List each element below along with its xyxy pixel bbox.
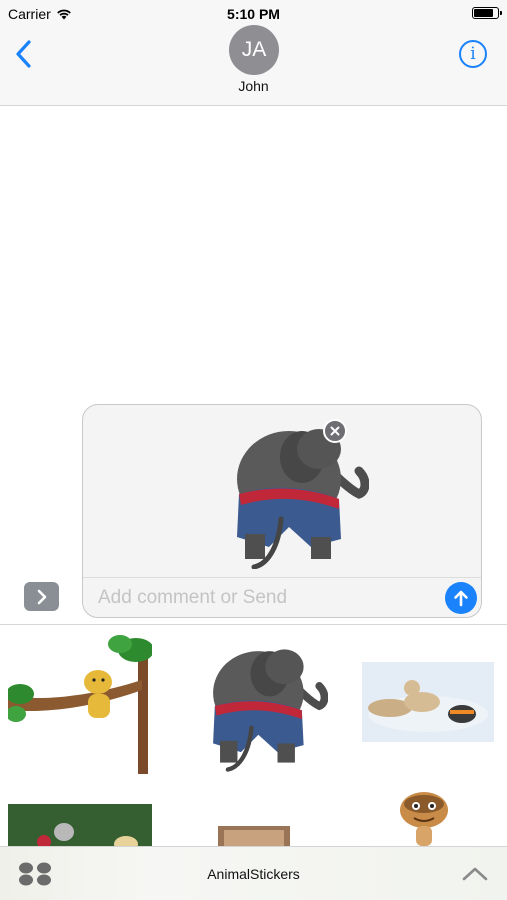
- attached-sticker-elephant: [199, 419, 370, 570]
- sticker-meerkat[interactable]: [394, 788, 454, 846]
- show-apps-button[interactable]: [24, 582, 59, 611]
- partial-sticker-image: [218, 826, 290, 846]
- info-icon: i: [470, 44, 476, 64]
- elephant-sticker-image: [213, 649, 328, 772]
- sticker-drawer-divider: [0, 624, 507, 625]
- info-button[interactable]: i: [459, 40, 487, 68]
- contact-avatar[interactable]: JA: [229, 25, 279, 75]
- expand-drawer-button[interactable]: [461, 864, 489, 884]
- sticker-cat-on-branch[interactable]: [8, 632, 152, 774]
- app-drawer-bar: AnimalStickers: [0, 846, 507, 900]
- battery-icon: [472, 7, 502, 19]
- send-button[interactable]: [445, 582, 477, 614]
- back-button[interactable]: [12, 38, 38, 70]
- cat-on-branch-sticker-image: [8, 635, 152, 774]
- close-icon: [330, 426, 340, 436]
- remove-sticker-button[interactable]: [323, 419, 347, 443]
- status-bar: Carrier 5:10 PM: [0, 0, 507, 28]
- chevron-left-icon: [16, 40, 31, 68]
- cat-on-green-sticker-image: [8, 804, 152, 846]
- compose-divider: [83, 577, 481, 578]
- sticker-partial[interactable]: [218, 826, 290, 846]
- elephant-sticker-image: [237, 429, 370, 570]
- chevron-right-icon: [37, 589, 46, 604]
- meerkat-sticker-image: [400, 792, 448, 846]
- comment-input[interactable]: Add comment or Send: [98, 587, 287, 609]
- cats-sunbathing-sticker-image: [362, 662, 494, 742]
- arrow-up-icon: [454, 590, 468, 607]
- sticker-cats-sunbathing[interactable]: [362, 662, 494, 742]
- message-compose-box[interactable]: Add comment or Send: [82, 404, 482, 618]
- sticker-cat-on-green[interactable]: [8, 804, 152, 846]
- contact-name[interactable]: John: [0, 78, 507, 94]
- app-name-label: AnimalStickers: [207, 866, 300, 882]
- status-time: 5:10 PM: [227, 6, 280, 22]
- chevron-up-icon: [462, 867, 488, 881]
- battery-level: [474, 9, 493, 17]
- sticker-elephant[interactable]: [180, 636, 328, 776]
